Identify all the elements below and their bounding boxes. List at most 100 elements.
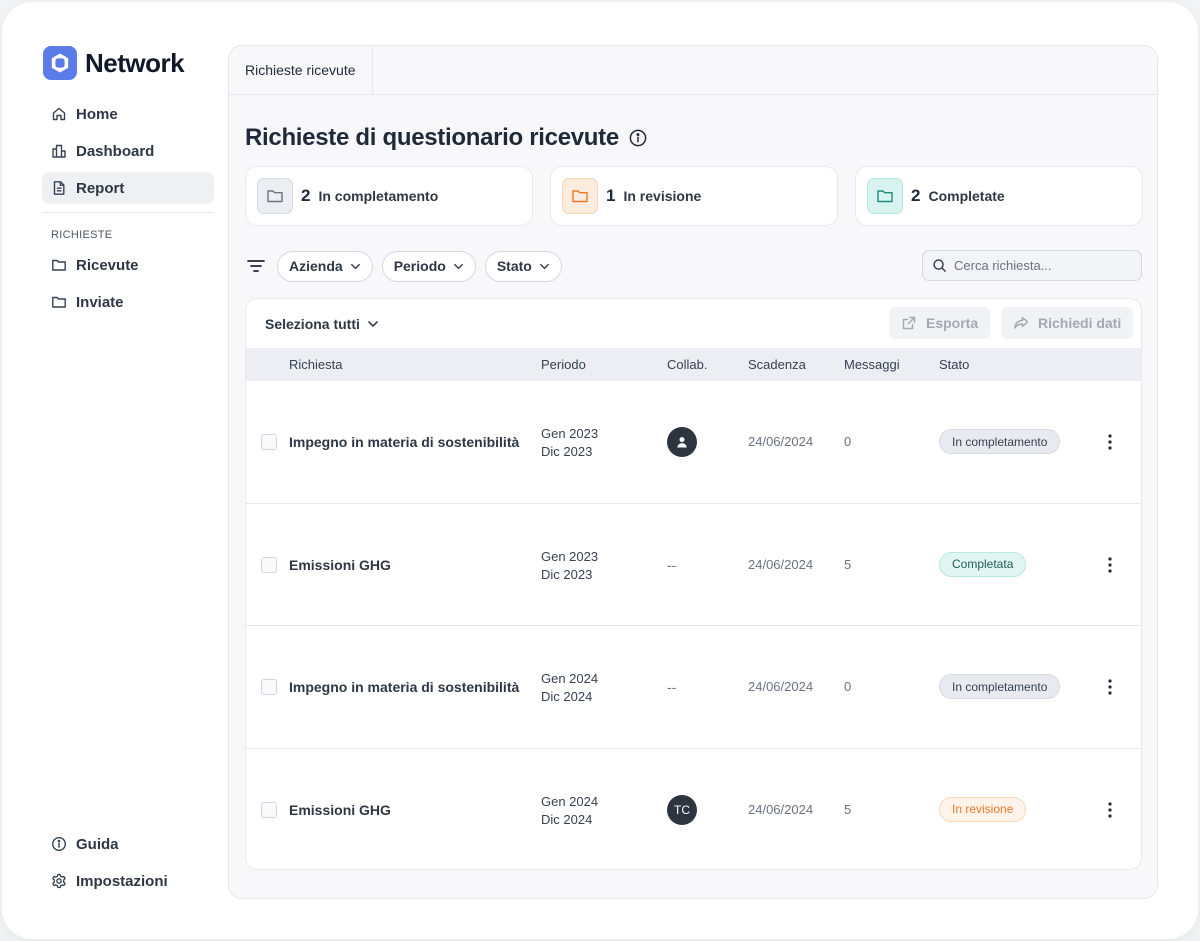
brand[interactable]: Network <box>42 42 214 84</box>
select-all-label: Seleziona tutti <box>265 315 360 332</box>
message-count: 0 <box>844 434 852 449</box>
sidebar-item-impostazioni[interactable]: Impostazioni <box>42 865 214 897</box>
sidebar-item-ricevute[interactable]: Ricevute <box>42 249 214 281</box>
filter-chip-azienda[interactable]: Azienda <box>277 250 373 282</box>
status-badge: In revisione <box>939 796 1027 822</box>
filter-chip-stato[interactable]: Stato <box>484 250 562 282</box>
sidebar-item-dashboard[interactable]: Dashboard <box>42 135 214 167</box>
chevron-down-icon <box>453 263 463 269</box>
column-header-scadenza[interactable]: Scadenza <box>748 357 806 372</box>
chevron-down-icon <box>539 263 549 269</box>
tab-richieste-ricevute[interactable]: Richieste ricevute <box>229 46 373 94</box>
request-title: Emissioni GHG <box>289 556 391 573</box>
due-date: 24/06/2024 <box>748 679 814 694</box>
export-button[interactable]: Esporta <box>889 307 991 339</box>
search-input[interactable] <box>954 258 1134 273</box>
share-arrow-icon <box>1014 316 1029 329</box>
sidebar-item-guida[interactable]: Guida <box>42 828 214 860</box>
sidebar-item-label: Guida <box>76 835 119 853</box>
sidebar-bottom: Guida Impostazioni <box>42 828 214 902</box>
table-row[interactable]: Impegno in materia di sostenibilità Gen … <box>246 381 1141 504</box>
request-title: Impegno in materia di sostenibilità <box>289 679 520 695</box>
search-box <box>922 250 1142 281</box>
more-vertical-icon <box>1108 434 1112 450</box>
sidebar-item-label: Report <box>76 179 125 197</box>
select-all-dropdown[interactable]: Seleziona tutti <box>265 316 380 332</box>
folder-icon <box>52 296 66 308</box>
row-menu-button[interactable] <box>1100 800 1120 820</box>
row-checkbox[interactable] <box>261 434 277 450</box>
period-range: Gen 2023 Dic 2023 <box>541 425 598 461</box>
status-badge: In completamento <box>939 674 1061 699</box>
info-circle-icon <box>51 836 67 852</box>
stat-card-in-revisione[interactable]: 1 In revisione <box>550 166 838 226</box>
row-checkbox[interactable] <box>261 679 277 695</box>
chevron-down-icon <box>368 320 378 327</box>
filter-chip-periodo[interactable]: Periodo <box>381 250 476 282</box>
sidebar-item-label: Ricevute <box>76 256 139 274</box>
column-header-richiesta[interactable]: Richiesta <box>289 357 342 372</box>
message-count: 5 <box>844 801 852 817</box>
period-start: Gen 2024 <box>541 671 599 686</box>
more-vertical-icon <box>1108 801 1112 818</box>
request-data-label: Richiedi dati <box>1038 315 1122 331</box>
period-start: Gen 2023 <box>541 548 599 564</box>
table-row[interactable]: Impegno in materia di sostenibilità Gen … <box>246 626 1141 749</box>
stat-count: 1 <box>606 186 616 205</box>
period-end: Dic 2024 <box>541 811 593 827</box>
search-icon <box>933 259 946 272</box>
info-circle-icon[interactable] <box>629 129 647 147</box>
brand-name: Network <box>85 47 185 78</box>
stat-label: In completamento <box>318 188 439 204</box>
due-date: 24/06/2024 <box>748 556 814 572</box>
avatar[interactable] <box>667 427 697 457</box>
row-checkbox[interactable] <box>261 801 277 818</box>
request-title: Emissioni GHG <box>289 801 391 818</box>
folder-icon <box>257 178 293 214</box>
sidebar-item-label: Home <box>76 105 118 123</box>
filter-bar: Azienda Periodo Stato <box>245 250 1142 282</box>
period-end: Dic 2024 <box>541 689 593 704</box>
stat-count: 2 <box>301 186 311 205</box>
stat-card-completate[interactable]: 2 Completate <box>855 166 1143 226</box>
sidebar-item-label: Inviate <box>76 293 124 311</box>
stat-count: 2 <box>911 186 921 205</box>
table-row[interactable]: Emissioni GHG Gen 2023 Dic 2023 -- 24/06… <box>246 504 1141 626</box>
column-header-stato[interactable]: Stato <box>939 357 969 372</box>
avatar[interactable]: TC <box>667 794 697 825</box>
sidebar-divider <box>42 212 214 213</box>
row-menu-button[interactable] <box>1100 677 1120 697</box>
sidebar: Network Home Dashboard Report RICHIESTE … <box>42 42 214 902</box>
message-count: 5 <box>844 556 852 572</box>
folder-icon <box>52 259 66 271</box>
period-range: Gen 2024 Dic 2024 <box>541 670 598 706</box>
filter-icon[interactable] <box>245 255 267 277</box>
stat-cards: 2 In completamento 1 In revisione 2 Comp… <box>245 166 1143 226</box>
message-count: 0 <box>844 679 852 694</box>
table-row[interactable]: Emissioni GHG Gen 2024 Dic 2024 TC 24/06… <box>246 749 1141 870</box>
collaborator: TC <box>667 794 697 825</box>
export-label: Esporta <box>926 315 979 331</box>
main-panel: Richieste ricevute Richieste di question… <box>228 45 1158 899</box>
row-menu-button[interactable] <box>1100 555 1120 575</box>
period-range: Gen 2024 Dic 2024 <box>541 793 598 829</box>
more-vertical-icon <box>1108 679 1112 695</box>
folder-icon <box>562 178 598 214</box>
sidebar-item-inviate[interactable]: Inviate <box>42 286 214 318</box>
stat-card-in-completamento[interactable]: 2 In completamento <box>245 166 533 226</box>
row-menu-button[interactable] <box>1100 432 1120 452</box>
chart-bars-icon <box>52 144 66 158</box>
sidebar-section-label: RICHIESTE <box>51 229 113 241</box>
column-header-collab[interactable]: Collab. <box>667 357 707 372</box>
column-header-messaggi[interactable]: Messaggi <box>844 357 900 372</box>
request-title: Impegno in materia di sostenibilità <box>289 434 520 450</box>
request-data-button[interactable]: Richiedi dati <box>1001 307 1134 339</box>
gear-icon <box>52 873 66 889</box>
sidebar-item-home[interactable]: Home <box>42 98 214 130</box>
row-checkbox[interactable] <box>261 556 277 573</box>
more-vertical-icon <box>1108 556 1112 573</box>
column-header-periodo[interactable]: Periodo <box>541 357 586 372</box>
external-link-icon <box>902 316 916 330</box>
sidebar-item-report[interactable]: Report <box>42 172 214 204</box>
network-logo-icon <box>43 46 77 80</box>
